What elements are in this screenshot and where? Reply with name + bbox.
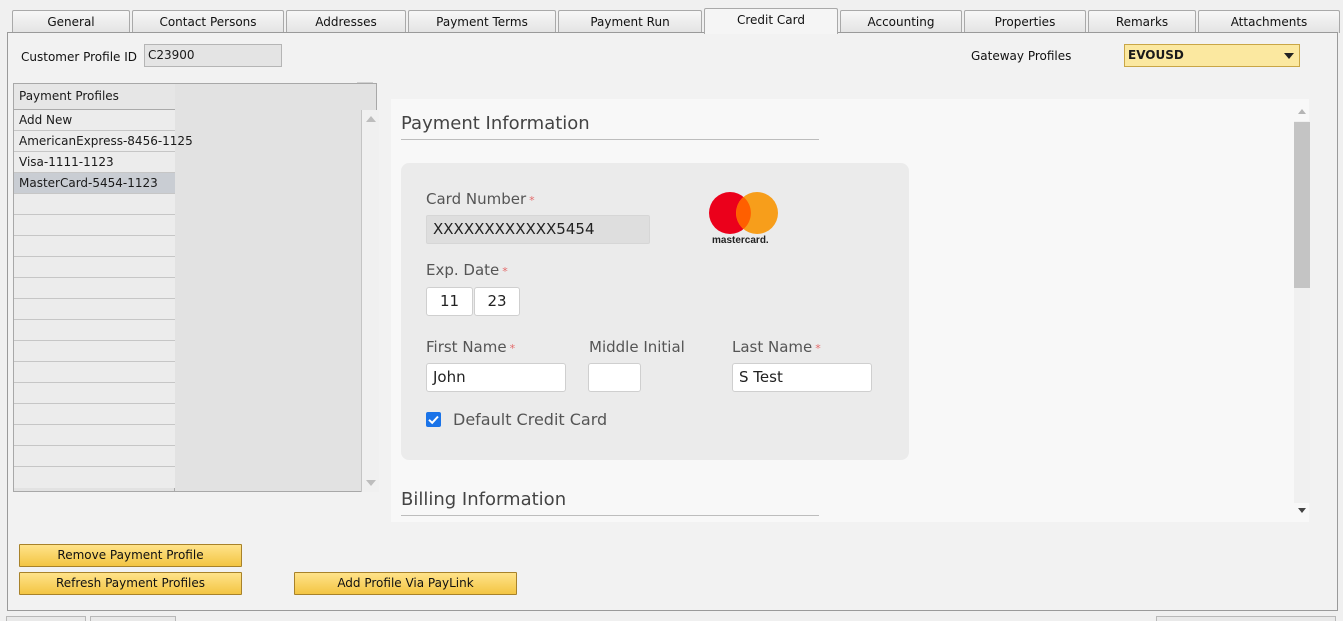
status-bar — [0, 614, 1343, 621]
gateway-profiles-label: Gateway Profiles — [971, 49, 1072, 63]
add-profile-via-paylink-button[interactable]: Add Profile Via PayLink — [294, 572, 517, 595]
list-item-empty[interactable] — [14, 215, 175, 236]
remove-payment-profile-button[interactable]: Remove Payment Profile — [19, 544, 242, 567]
list-item-empty[interactable] — [14, 446, 175, 467]
mastercard-brand-text: mastercard. — [712, 235, 769, 246]
mastercard-logo: mastercard. — [708, 191, 780, 247]
list-item-empty[interactable] — [14, 320, 175, 341]
customer-profile-id-field[interactable]: C23900 — [144, 44, 282, 67]
tab-payment-terms[interactable]: Payment Terms — [408, 10, 556, 33]
last-name-field[interactable]: S Test — [732, 363, 872, 392]
card-number-label: Card Number * — [426, 190, 535, 208]
list-item-selected[interactable]: MasterCard-5454-1123 — [14, 173, 175, 194]
tab-contact-persons[interactable]: Contact Persons — [132, 10, 284, 33]
scroll-down-icon[interactable] — [1298, 508, 1306, 513]
tab-properties[interactable]: Properties — [964, 10, 1086, 33]
list-item-empty[interactable] — [14, 425, 175, 446]
customer-profile-id-label: Customer Profile ID — [21, 50, 138, 64]
panel-scrollbar[interactable] — [1287, 101, 1310, 521]
list-item-empty[interactable] — [14, 257, 175, 278]
middle-initial-field[interactable] — [588, 363, 641, 392]
tab-addresses[interactable]: Addresses — [286, 10, 406, 33]
tab-bar: General Contact Persons Addresses Paymen… — [8, 8, 1341, 34]
status-tab[interactable] — [90, 616, 176, 621]
status-tab[interactable] — [6, 616, 86, 621]
tab-payment-run[interactable]: Payment Run — [558, 10, 702, 33]
list-item-empty[interactable] — [14, 467, 175, 488]
default-credit-card-label: Default Credit Card — [453, 410, 608, 429]
tab-attachments[interactable]: Attachments — [1198, 10, 1340, 33]
list-item-empty[interactable] — [14, 194, 175, 215]
tab-accounting[interactable]: Accounting — [840, 10, 962, 33]
exp-year-field[interactable]: 23 — [474, 287, 520, 316]
payment-profiles-header: Payment Profiles — [14, 84, 175, 110]
payment-information-title: Payment Information — [401, 113, 819, 140]
list-item-empty[interactable] — [14, 362, 175, 383]
list-item[interactable]: Visa-1111-1123 — [14, 152, 175, 173]
list-item-empty[interactable] — [14, 404, 175, 425]
list-item[interactable]: Add New — [14, 110, 175, 131]
credit-card-tab-content: Customer Profile ID C23900 Gateway Profi… — [7, 32, 1338, 611]
tab-credit-card[interactable]: Credit Card — [704, 8, 838, 34]
first-name-field[interactable]: John — [426, 363, 566, 392]
tab-remarks[interactable]: Remarks — [1088, 10, 1196, 33]
status-tab[interactable] — [1156, 616, 1336, 621]
panel-scroll-thumb[interactable] — [1294, 122, 1310, 288]
payment-form-panel: Payment Information Card Number * XXXXXXX… — [391, 99, 1309, 522]
list-item[interactable]: AmericanExpress-8456-1125 — [14, 131, 193, 152]
mastercard-icon — [709, 192, 778, 234]
exp-month-field[interactable]: 11 — [426, 287, 473, 316]
check-icon — [428, 415, 439, 425]
gateway-profiles-value: EVOUSD — [1128, 48, 1184, 62]
tab-general[interactable]: General — [12, 10, 130, 33]
last-name-label: Last Name * — [732, 338, 821, 356]
list-item-empty[interactable] — [14, 278, 175, 299]
payment-profiles-grid: Payment Profiles Add New AmericanExpress… — [13, 83, 379, 492]
default-credit-card-checkbox[interactable] — [426, 412, 441, 427]
list-item-empty[interactable] — [14, 236, 175, 257]
gateway-profiles-dropdown[interactable]: EVOUSD — [1124, 44, 1300, 67]
middle-initial-label: Middle Initial — [589, 338, 685, 356]
list-item-empty[interactable] — [14, 299, 175, 320]
scroll-down-icon[interactable] — [366, 480, 376, 486]
first-name-label: First Name * — [426, 338, 516, 356]
billing-information-title: Billing Information — [401, 489, 819, 516]
chevron-down-icon[interactable] — [1284, 53, 1294, 59]
scroll-up-icon[interactable] — [1298, 109, 1306, 114]
credit-card-form: Card Number * XXXXXXXXXXXX5454 mastercard… — [401, 163, 909, 460]
grid-scrollbar[interactable] — [361, 110, 379, 492]
list-item-empty[interactable] — [14, 383, 175, 404]
list-item-empty[interactable] — [14, 341, 175, 362]
refresh-payment-profiles-button[interactable]: Refresh Payment Profiles — [19, 572, 242, 595]
exp-date-label: Exp. Date * — [426, 261, 508, 279]
card-number-field[interactable]: XXXXXXXXXXXX5454 — [426, 215, 650, 244]
scroll-up-icon[interactable] — [366, 116, 376, 122]
